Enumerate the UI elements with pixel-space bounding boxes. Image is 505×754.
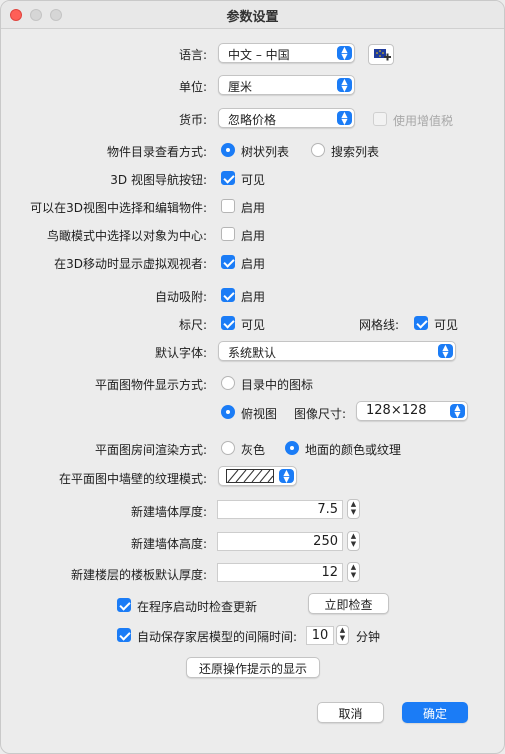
chevron-updown-icon: ▲ ▼	[337, 78, 352, 93]
aerial-center-label: 鸟瞰模式中选择以对象为中心:	[46, 229, 207, 243]
magnetism-label: 自动吸附:	[154, 290, 207, 304]
plan-icons-catalog-label: 目录中的图标	[241, 378, 314, 392]
eu-flag-plus-icon	[374, 49, 391, 61]
floor-thickness-label: 新建楼层的楼板默认厚度:	[70, 568, 207, 582]
aerial-center-checkbox[interactable]	[221, 227, 235, 241]
cancel-button[interactable]: 取消	[317, 702, 384, 723]
grid-label: 网格线:	[358, 318, 399, 332]
chevron-updown-icon: ▲ ▼	[337, 46, 352, 61]
title-bar: 参数设置	[1, 1, 504, 29]
catalog-tree-label: 树状列表	[241, 145, 290, 159]
room-render-floor-radio[interactable]	[285, 441, 299, 455]
floor-thickness-stepper[interactable]: ▲ ▼	[347, 562, 360, 582]
catalog-search-label: 搜索列表	[331, 145, 380, 159]
rulers-label: 标尺:	[178, 318, 207, 332]
edit-in-3d-label: 可以在3D视图中选择和编辑物件:	[30, 201, 207, 215]
ok-button[interactable]: 确定	[402, 702, 468, 723]
unit-select[interactable]: 厘米 ▲ ▼	[218, 75, 355, 95]
check-updates-label: 在程序启动时检查更新	[137, 600, 258, 614]
image-size-label: 图像尺寸:	[293, 407, 346, 421]
edit-in-3d-option: 启用	[241, 201, 266, 215]
wall-pattern-label: 在平面图中墙壁的纹理模式:	[58, 472, 207, 486]
wall-height-stepper[interactable]: ▲ ▼	[347, 531, 360, 551]
default-font-value: 系统默认	[228, 346, 277, 360]
chevron-updown-icon: ▲ ▼	[450, 404, 465, 419]
image-size-value: 128×128	[366, 403, 427, 418]
magnetism-option: 启用	[241, 290, 266, 304]
chevron-updown-icon: ▲ ▼	[279, 469, 294, 484]
currency-select[interactable]: 忽略价格 ▲ ▼	[218, 108, 355, 128]
autosave-interval-stepper[interactable]: ▲ ▼	[336, 625, 349, 645]
check-updates-checkbox[interactable]	[117, 598, 131, 612]
grid-option: 可见	[434, 318, 459, 332]
wall-height-label: 新建墙体高度:	[130, 537, 207, 551]
wall-pattern-select[interactable]: ▲ ▼	[218, 466, 297, 486]
room-render-floor-label: 地面的颜色或纹理	[305, 443, 402, 457]
catalog-tree-radio[interactable]	[221, 143, 235, 157]
image-size-select[interactable]: 128×128 ▲ ▼	[356, 401, 468, 421]
wall-thickness-input[interactable]: 7.5	[217, 500, 343, 519]
unit-label: 单位:	[178, 80, 207, 94]
currency-label: 货币:	[178, 113, 207, 127]
vat-checkbox[interactable]	[373, 112, 387, 126]
room-render-gray-radio[interactable]	[221, 441, 235, 455]
wall-height-input[interactable]: 250	[217, 532, 343, 551]
aerial-center-option: 启用	[241, 229, 266, 243]
vat-label: 使用增值税	[393, 114, 454, 128]
catalog-search-radio[interactable]	[311, 143, 325, 157]
language-value: 中文 – 中国	[228, 48, 290, 62]
floor-thickness-input[interactable]: 12	[217, 563, 343, 582]
room-render-label: 平面图房间渲染方式:	[94, 443, 207, 457]
catalog-view-label: 物件目录查看方式:	[106, 145, 207, 159]
plan-icons-top-radio[interactable]	[221, 405, 235, 419]
language-select[interactable]: 中文 – 中国 ▲ ▼	[218, 43, 355, 63]
autosave-interval-input[interactable]: 10	[306, 626, 334, 645]
plan-icons-label: 平面图物件显示方式:	[94, 378, 207, 392]
hatch-pattern-icon	[226, 469, 274, 483]
autosave-unit: 分钟	[356, 630, 381, 644]
check-now-button[interactable]: 立即检查	[308, 593, 389, 614]
nav-arrows-label: 3D 视图导航按钮:	[110, 173, 207, 187]
currency-value: 忽略价格	[228, 113, 277, 127]
autosave-checkbox[interactable]	[117, 628, 131, 642]
preferences-window: 参数设置 语言: 中文 – 中国 ▲ ▼ 单位: 厘米 ▲ ▼ 货币: 忽略价格 ▲…	[0, 0, 505, 754]
rulers-checkbox[interactable]	[221, 316, 235, 330]
wall-thickness-label: 新建墙体厚度:	[130, 505, 207, 519]
magnetism-checkbox[interactable]	[221, 288, 235, 302]
rulers-option: 可见	[241, 318, 266, 332]
plan-icons-top-label: 俯视图	[241, 407, 278, 421]
language-label: 语言:	[178, 48, 207, 62]
nav-arrows-option: 可见	[241, 173, 266, 187]
chevron-updown-icon: ▲ ▼	[337, 111, 352, 126]
grid-checkbox[interactable]	[414, 316, 428, 330]
autosave-label: 自动保存家居模型的间隔时间:	[137, 630, 298, 644]
chevron-updown-icon: ▲ ▼	[438, 344, 453, 359]
unit-value: 厘米	[228, 80, 253, 94]
window-title: 参数设置	[226, 10, 279, 25]
edit-in-3d-checkbox[interactable]	[221, 199, 235, 213]
default-font-label: 默认字体:	[154, 346, 207, 360]
room-render-gray-label: 灰色	[241, 443, 266, 457]
wall-thickness-stepper[interactable]: ▲ ▼	[347, 499, 360, 519]
reset-tips-button[interactable]: 还原操作提示的显示	[186, 657, 320, 678]
plan-icons-catalog-radio[interactable]	[221, 376, 235, 390]
nav-arrows-checkbox[interactable]	[221, 171, 235, 185]
default-font-select[interactable]: 系统默认 ▲ ▼	[218, 341, 456, 361]
virtual-visitor-label: 在3D移动时显示虚拟观视者:	[54, 257, 207, 271]
import-language-button[interactable]	[368, 44, 394, 65]
virtual-visitor-option: 启用	[241, 257, 266, 271]
virtual-visitor-checkbox[interactable]	[221, 255, 235, 269]
